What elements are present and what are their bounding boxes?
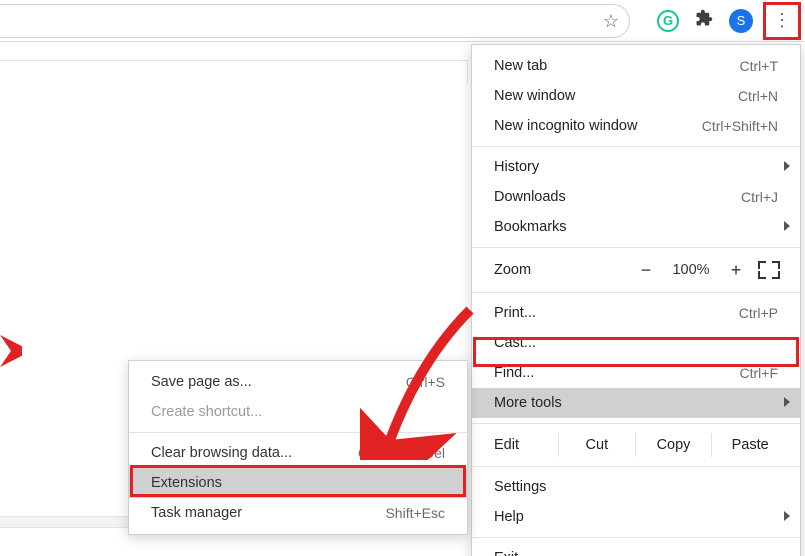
kebab-menu-icon[interactable]: ⋮	[767, 6, 797, 36]
menu-shortcut: Ctrl+T	[740, 58, 779, 74]
ext-badge-letter: G	[663, 13, 673, 28]
extensions-puzzle-icon[interactable]	[695, 9, 713, 32]
menu-item-new-window[interactable]: New window Ctrl+N	[472, 81, 800, 111]
menu-item-incognito[interactable]: New incognito window Ctrl+Shift+N	[472, 111, 800, 141]
page-subheader-line	[0, 60, 468, 84]
menu-shortcut: Ctrl+N	[738, 88, 778, 104]
chevron-right-icon	[784, 397, 790, 407]
menu-label: New tab	[494, 58, 547, 74]
paste-button[interactable]: Paste	[711, 433, 788, 457]
menu-shortcut: Ctrl+Shift+Del	[358, 445, 445, 461]
menu-item-help[interactable]: Help	[472, 502, 800, 532]
menu-separator	[472, 537, 800, 538]
menu-shortcut: Ctrl+S	[406, 374, 445, 390]
toolbar-icons: G S ⋮	[657, 6, 797, 36]
menu-label: New incognito window	[494, 118, 637, 134]
submenu-item-create-shortcut[interactable]: Create shortcut...	[129, 397, 467, 427]
chevron-right-icon	[784, 511, 790, 521]
menu-item-print[interactable]: Print... Ctrl+P	[472, 298, 800, 328]
menu-shortcut: Ctrl+J	[741, 189, 778, 205]
menu-label: Bookmarks	[494, 219, 567, 235]
menu-separator	[472, 423, 800, 424]
menu-label: Cast...	[494, 335, 536, 351]
menu-label: More tools	[494, 395, 562, 411]
menu-label: Create shortcut...	[151, 404, 262, 420]
menu-separator	[472, 466, 800, 467]
menu-item-bookmarks[interactable]: Bookmarks	[472, 212, 800, 242]
menu-shortcut: Ctrl+Shift+N	[702, 118, 778, 134]
menu-item-find[interactable]: Find... Ctrl+F	[472, 358, 800, 388]
submenu-item-task-manager[interactable]: Task manager Shift+Esc	[129, 498, 467, 528]
menu-item-more-tools[interactable]: More tools	[472, 388, 800, 418]
menu-label: Help	[494, 509, 524, 525]
grammarly-extension-icon[interactable]: G	[657, 10, 679, 32]
submenu-item-clear-data[interactable]: Clear browsing data... Ctrl+Shift+Del	[129, 438, 467, 468]
zoom-percent: 100%	[670, 262, 712, 278]
menu-label: Extensions	[151, 475, 222, 491]
menu-label: Save page as...	[151, 374, 252, 390]
submenu-item-save-page[interactable]: Save page as... Ctrl+S	[129, 367, 467, 397]
menu-label: Downloads	[494, 189, 566, 205]
menu-label: Settings	[494, 479, 546, 495]
menu-shortcut: Ctrl+F	[740, 365, 779, 381]
avatar-letter: S	[737, 13, 746, 28]
zoom-controls: − 100% +	[640, 261, 778, 279]
main-menu: New tab Ctrl+T New window Ctrl+N New inc…	[471, 44, 801, 556]
chevron-right-icon	[784, 161, 790, 171]
page-footer-stripe	[0, 516, 128, 528]
menu-item-history[interactable]: History	[472, 152, 800, 182]
menu-item-settings[interactable]: Settings	[472, 472, 800, 502]
bookmark-star-icon[interactable]: ☆	[603, 11, 619, 32]
menu-item-downloads[interactable]: Downloads Ctrl+J	[472, 182, 800, 212]
omnibox[interactable]: ☆	[0, 4, 630, 38]
chevron-right-icon	[784, 221, 790, 231]
menu-label: Find...	[494, 365, 534, 381]
zoom-out-button[interactable]: −	[640, 261, 652, 279]
menu-label: Exit	[494, 550, 518, 556]
more-tools-submenu: Save page as... Ctrl+S Create shortcut..…	[128, 360, 468, 535]
menu-shortcut: Ctrl+P	[739, 305, 778, 321]
edit-buttons: Cut Copy Paste	[558, 433, 788, 457]
copy-button[interactable]: Copy	[635, 433, 712, 457]
profile-avatar[interactable]: S	[729, 9, 753, 33]
cut-button[interactable]: Cut	[558, 433, 635, 457]
menu-separator	[129, 432, 467, 433]
menu-item-new-tab[interactable]: New tab Ctrl+T	[472, 51, 800, 81]
menu-separator	[472, 292, 800, 293]
menu-item-cast[interactable]: Cast...	[472, 328, 800, 358]
submenu-item-extensions[interactable]: Extensions	[129, 468, 467, 498]
menu-item-exit[interactable]: Exit	[472, 543, 800, 556]
browser-toolbar: ☆ G S ⋮	[0, 0, 805, 42]
menu-shortcut: Shift+Esc	[385, 505, 445, 521]
menu-item-edit: Edit Cut Copy Paste	[472, 429, 800, 461]
menu-label: Print...	[494, 305, 536, 321]
menu-separator	[472, 247, 800, 248]
menu-label: History	[494, 159, 539, 175]
menu-item-zoom: Zoom − 100% +	[472, 253, 800, 287]
menu-separator	[472, 146, 800, 147]
menu-label: Task manager	[151, 505, 242, 521]
decorative-red-glyph	[0, 335, 22, 367]
zoom-in-button[interactable]: +	[730, 261, 742, 279]
menu-label: Zoom	[494, 262, 531, 278]
fullscreen-icon[interactable]	[760, 263, 778, 277]
menu-label: New window	[494, 88, 575, 104]
menu-label: Edit	[494, 437, 558, 453]
menu-label: Clear browsing data...	[151, 445, 292, 461]
